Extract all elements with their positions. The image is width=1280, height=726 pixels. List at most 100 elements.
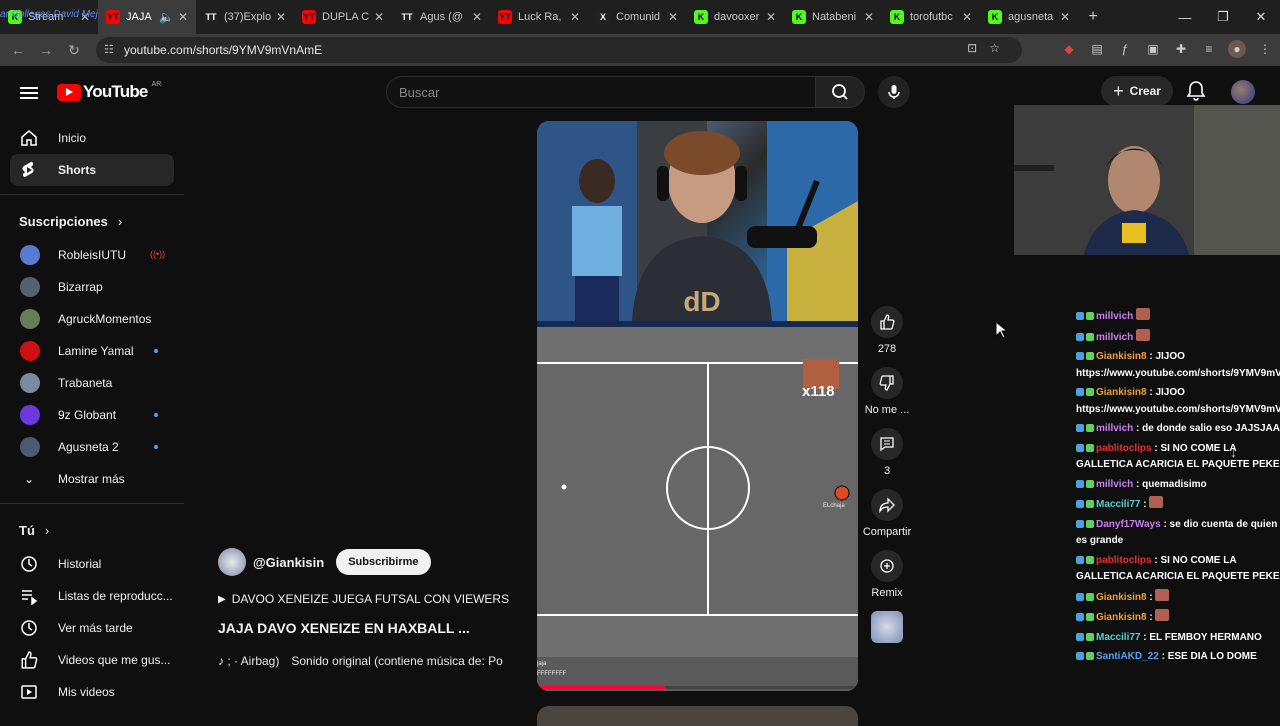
you-heading[interactable]: Tú › bbox=[0, 512, 184, 548]
sidebar-item[interactable]: Inicio bbox=[0, 122, 184, 154]
tab-close-icon[interactable]: ✕ bbox=[668, 10, 678, 24]
create-button[interactable]: + Crear bbox=[1101, 76, 1173, 106]
sidebar-item[interactable]: Agusneta 2 bbox=[0, 431, 184, 463]
chat-username[interactable]: Maccili77 bbox=[1096, 632, 1140, 643]
media-icon[interactable]: ≡ bbox=[1200, 40, 1218, 58]
browser-tab[interactable]: TT Agus (@ ✕ bbox=[392, 0, 490, 34]
tab-audio-icon[interactable]: 🔈 bbox=[159, 10, 174, 24]
tab-title: Natabeni bbox=[812, 11, 857, 23]
chat-username[interactable]: millvich bbox=[1096, 332, 1133, 343]
search-input[interactable]: Buscar bbox=[386, 76, 816, 108]
sidebar-item[interactable]: Historial bbox=[0, 548, 184, 580]
playlist-row[interactable]: ▶ DAVOO XENEIZE JUEGA FUTSAL CON VIEWERS bbox=[218, 592, 524, 606]
close-window-icon[interactable]: ✕ bbox=[1242, 0, 1280, 34]
tab-close-icon[interactable]: ✕ bbox=[570, 10, 580, 24]
browser-menu-icon[interactable]: ⋮ bbox=[1256, 40, 1274, 58]
browser-tab[interactable]: K Stream ✕ ar Colleges David Mejia bbox=[0, 0, 106, 34]
chat-username[interactable]: millvich bbox=[1096, 479, 1133, 490]
tab-close-icon[interactable]: ✕ bbox=[766, 10, 776, 24]
url-field[interactable]: ☷ youtube.com/shorts/9YMV9mVnAmE ⊡☆ bbox=[96, 37, 1022, 63]
new-tab-icon[interactable]: + bbox=[1078, 8, 1108, 26]
browser-tab[interactable]: Ktorofutbc ✕ bbox=[882, 0, 980, 34]
voice-search-button[interactable] bbox=[878, 76, 910, 108]
maximize-icon[interactable]: ❐ bbox=[1204, 0, 1242, 34]
sidebar-item[interactable]: Trabaneta bbox=[0, 367, 184, 399]
tab-close-icon[interactable]: ✕ bbox=[472, 10, 482, 24]
browser-tab[interactable]: YT JAJA I 🔈 ✕ bbox=[98, 0, 196, 34]
chat-username[interactable]: millvich bbox=[1096, 423, 1133, 434]
extension-grid-icon[interactable]: ▤ bbox=[1088, 40, 1106, 58]
install-icon[interactable]: ⊡ bbox=[967, 41, 989, 55]
chat-username[interactable]: Giankisin8 bbox=[1096, 387, 1147, 398]
youtube-logo[interactable]: YouTube AR bbox=[57, 81, 161, 102]
browser-tab[interactable]: X Comunid ✕ bbox=[588, 0, 686, 34]
chat-username[interactable]: pablitoclips bbox=[1096, 555, 1152, 566]
extension-adblock-icon[interactable]: ◆ bbox=[1060, 40, 1078, 58]
search-button[interactable] bbox=[815, 76, 865, 108]
sidebar-item[interactable]: Bizarrap bbox=[0, 271, 184, 303]
share-button[interactable] bbox=[871, 489, 903, 521]
forward-icon[interactable]: → bbox=[32, 42, 60, 58]
extensions-puzzle-icon[interactable]: ✚ bbox=[1172, 40, 1190, 58]
sidebar-item[interactable]: RobleisIUTU ((•)) bbox=[0, 239, 184, 271]
chat-username[interactable]: Danyf17Ways bbox=[1096, 519, 1161, 530]
short-title[interactable]: JAJA DAVO XENEIZE EN HAXBALL ... bbox=[218, 620, 524, 636]
account-avatar[interactable] bbox=[1231, 80, 1255, 104]
reload-icon[interactable]: ↻ bbox=[60, 42, 88, 59]
tab-title: (37)Explo bbox=[224, 11, 272, 23]
menu-icon[interactable] bbox=[20, 84, 38, 102]
dislike-button[interactable] bbox=[871, 367, 903, 399]
site-info-icon[interactable]: ☷ bbox=[104, 43, 114, 56]
tab-close-icon[interactable]: ✕ bbox=[374, 10, 384, 24]
sidebar-item[interactable]: Lamine Yamal bbox=[0, 335, 184, 367]
tab-close-icon[interactable]: ✕ bbox=[864, 10, 874, 24]
subscribe-button[interactable]: Subscribirme bbox=[336, 549, 431, 575]
show-more-button[interactable]: ⌄ Mostrar más bbox=[0, 463, 184, 495]
chat-scroll-down-icon[interactable]: ↓ bbox=[1230, 444, 1237, 460]
browser-tab[interactable]: YT Luck Ra, ✕ bbox=[490, 0, 588, 34]
short-video-player[interactable]: dD x118 ELchaja jaja FFFFFFFF bbox=[537, 121, 858, 691]
chat-username[interactable]: Giankisin8 bbox=[1096, 351, 1147, 362]
sidebar-item[interactable]: Mis videos bbox=[0, 676, 184, 708]
tab-close-icon[interactable]: ✕ bbox=[1060, 10, 1070, 24]
browser-tab[interactable]: TT (37)Explo ✕ bbox=[196, 0, 294, 34]
bookmark-star-icon[interactable]: ☆ bbox=[989, 41, 1012, 55]
comments-button[interactable] bbox=[871, 428, 903, 460]
back-icon[interactable]: ← bbox=[4, 42, 32, 58]
subscriptions-heading[interactable]: Suscripciones › bbox=[0, 203, 184, 239]
extension-screen-icon[interactable]: ▣ bbox=[1144, 40, 1162, 58]
chat-username[interactable]: Giankisin8 bbox=[1096, 612, 1147, 623]
extension-script-icon[interactable]: ƒ bbox=[1116, 40, 1134, 58]
sound-thumbnail[interactable] bbox=[871, 611, 903, 643]
browser-tab[interactable]: YT DUPLA C ✕ bbox=[294, 0, 392, 34]
subscriptions-title: Suscripciones bbox=[19, 213, 108, 229]
chat-username[interactable]: SantiAKD_22 bbox=[1096, 651, 1159, 662]
browser-tab[interactable]: Kdavooxer ✕ bbox=[686, 0, 784, 34]
profile-avatar-icon[interactable]: ● bbox=[1228, 40, 1246, 58]
chat-username[interactable]: Giankisin8 bbox=[1096, 592, 1147, 603]
show-more-label: Mostrar más bbox=[58, 472, 125, 486]
chat-username[interactable]: millvich bbox=[1096, 311, 1133, 322]
sidebar-item[interactable]: Videos que me gus... bbox=[0, 644, 184, 676]
sidebar-item[interactable]: Listas de reproducc... bbox=[0, 580, 184, 612]
next-short-preview[interactable] bbox=[537, 706, 858, 726]
search-icon bbox=[832, 84, 848, 100]
notifications-bell-icon[interactable] bbox=[1186, 80, 1206, 102]
chat-username[interactable]: Maccili77 bbox=[1096, 499, 1140, 510]
channel-name[interactable]: @Giankisin bbox=[253, 555, 324, 570]
browser-tab[interactable]: Kagusneta ✕ bbox=[980, 0, 1078, 34]
chat-username[interactable]: pablitoclips bbox=[1096, 443, 1152, 454]
tab-close-icon[interactable]: ✕ bbox=[276, 10, 286, 24]
channel-avatar[interactable] bbox=[218, 548, 246, 576]
sidebar-item[interactable]: AgruckMomentos bbox=[0, 303, 184, 335]
remix-button[interactable] bbox=[871, 550, 903, 582]
sidebar-item[interactable]: 9z Globant bbox=[0, 399, 184, 431]
sidebar-item[interactable]: Shorts bbox=[10, 154, 174, 186]
tab-close-icon[interactable]: ✕ bbox=[962, 10, 972, 24]
music-row[interactable]: ♪ ; · Airbag) Sonido original (contiene … bbox=[218, 654, 524, 668]
sidebar-item[interactable]: Ver más tarde bbox=[0, 612, 184, 644]
like-button[interactable] bbox=[871, 306, 903, 338]
browser-tab[interactable]: K Natabeni ✕ bbox=[784, 0, 882, 34]
minimize-icon[interactable]: — bbox=[1166, 0, 1204, 34]
tab-close-icon[interactable]: ✕ bbox=[178, 10, 188, 24]
